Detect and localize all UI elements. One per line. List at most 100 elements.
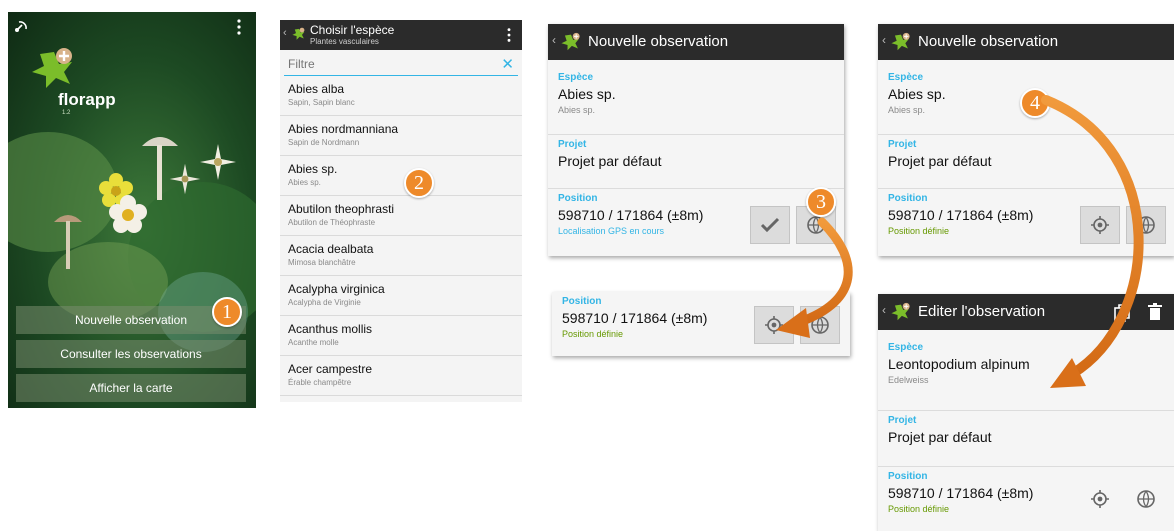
flower-illustration bbox=[169, 163, 201, 195]
list-item[interactable]: Acacia dealbata Mimosa blanchâtre bbox=[280, 236, 522, 276]
species-name: Acacia dealbata bbox=[288, 242, 374, 256]
copy-icon[interactable] bbox=[1114, 304, 1130, 322]
species-common-name: Abutilon de Théophraste bbox=[288, 218, 376, 227]
species-name: Abies nordmanniana bbox=[288, 122, 399, 136]
locate-gps-button[interactable] bbox=[754, 306, 794, 344]
list-item[interactable]: Abies alba Sapin, Sapin blanc bbox=[280, 76, 522, 116]
action-bar: ‹ Nouvelle observation bbox=[878, 24, 1174, 60]
florapp-logo-icon[interactable] bbox=[558, 30, 584, 54]
action-bar: ‹ Choisir l'espèce Plantes vasculaires bbox=[280, 20, 522, 50]
checkmark-icon bbox=[760, 217, 780, 233]
project-section[interactable]: Projet Projet par défaut bbox=[548, 134, 844, 169]
species-section[interactable]: Espèce Leontopodium alpinum Edelweiss bbox=[878, 338, 1174, 385]
species-common-name: Sapin de Nordmann bbox=[288, 138, 360, 147]
species-common-name: Sapin, Sapin blanc bbox=[288, 98, 355, 107]
species-name: Abies sp. bbox=[288, 162, 338, 176]
species-sub: Edelweiss bbox=[888, 375, 929, 385]
species-value: Abies sp. bbox=[558, 86, 616, 102]
florapp-logo-icon[interactable] bbox=[290, 25, 308, 43]
position-detail-card: Position 598710 / 171864 (±8m) Position … bbox=[552, 292, 850, 356]
list-item[interactable]: Acalypha virginica Acalypha de Virginie bbox=[280, 276, 522, 316]
page-subtitle: Plantes vasculaires bbox=[310, 37, 379, 46]
gps-locate-icon bbox=[1091, 490, 1109, 508]
project-section[interactable]: Projet Projet par défaut bbox=[878, 134, 1174, 169]
florapp-logo-icon[interactable] bbox=[888, 30, 914, 54]
map-position-button[interactable] bbox=[1126, 206, 1166, 244]
species-common-name: Abies sp. bbox=[288, 178, 321, 187]
mushroom-illustration bbox=[54, 215, 82, 269]
species-section[interactable]: Espèce Abies sp. Abies sp. bbox=[548, 68, 844, 115]
locate-gps-button[interactable] bbox=[1080, 206, 1120, 244]
list-item[interactable]: Abies sp. Abies sp. bbox=[280, 156, 522, 196]
project-label: Projet bbox=[888, 415, 917, 426]
list-item[interactable]: Acer campestre Érable champêtre bbox=[280, 356, 522, 396]
gps-locate-icon bbox=[765, 316, 783, 334]
overflow-menu-icon[interactable] bbox=[506, 27, 512, 43]
show-map-button[interactable]: Afficher la carte bbox=[16, 374, 246, 402]
species-common-name: Mimosa blanchâtre bbox=[288, 258, 356, 267]
page-title: Choisir l'espèce bbox=[310, 23, 395, 37]
step-badge-3: 3 bbox=[806, 187, 836, 217]
back-chevron-icon[interactable]: ‹ bbox=[882, 33, 886, 47]
project-section[interactable]: Projet Projet par défaut bbox=[878, 410, 1174, 445]
project-value: Projet par défaut bbox=[888, 429, 992, 445]
map-position-button[interactable] bbox=[1126, 480, 1166, 518]
project-label: Projet bbox=[558, 139, 587, 150]
species-common-name: Érable champêtre bbox=[288, 378, 352, 387]
list-item[interactable]: Acanthus mollis Acanthe molle bbox=[280, 316, 522, 356]
project-value: Projet par défaut bbox=[558, 153, 662, 169]
page-title: Editer l'observation bbox=[918, 303, 1046, 320]
species-name: Acer campestre bbox=[288, 362, 373, 376]
gps-locate-icon bbox=[1091, 216, 1109, 234]
clear-filter-icon[interactable]: ✕ bbox=[501, 55, 514, 73]
home-screen: florapp 1.2 Nouvelle observation Consult… bbox=[8, 12, 256, 408]
globe-icon bbox=[807, 216, 825, 234]
florapp-logo-icon[interactable] bbox=[888, 300, 914, 324]
trash-icon[interactable] bbox=[1148, 303, 1162, 321]
position-label: Position bbox=[558, 193, 598, 204]
edit-observation-screen: ‹ Editer l'observation Espèce Leontopodi… bbox=[878, 294, 1174, 531]
list-item[interactable]: Abies nordmanniana Sapin de Nordmann bbox=[280, 116, 522, 156]
position-label: Position bbox=[888, 193, 928, 204]
overflow-menu-icon[interactable] bbox=[236, 18, 242, 36]
species-common-name: Acanthe molle bbox=[288, 338, 339, 347]
page-title: Nouvelle observation bbox=[918, 33, 1059, 50]
globe-icon bbox=[1137, 490, 1155, 508]
filter-bar: ✕ bbox=[284, 54, 518, 76]
locate-gps-button[interactable] bbox=[1080, 480, 1120, 518]
map-position-button[interactable] bbox=[800, 306, 840, 344]
species-label: Espèce bbox=[558, 72, 594, 83]
project-value: Projet par défaut bbox=[888, 153, 992, 169]
filter-input[interactable] bbox=[284, 54, 484, 74]
step-badge-1: 1 bbox=[212, 297, 242, 327]
flower-illustration bbox=[200, 144, 236, 180]
back-chevron-icon[interactable]: ‹ bbox=[283, 27, 287, 39]
globe-icon bbox=[1137, 216, 1155, 234]
gps-satellite-icon[interactable] bbox=[14, 18, 30, 34]
species-list: Abies alba Sapin, Sapin blanc Abies nordm… bbox=[280, 76, 522, 396]
app-version: 1.2 bbox=[62, 110, 71, 116]
list-item[interactable]: Abutilon theophrasti Abutilon de Théophra… bbox=[280, 196, 522, 236]
step-badge-2: 2 bbox=[404, 168, 434, 198]
view-observations-button[interactable]: Consulter les observations bbox=[16, 340, 246, 368]
species-name: Abies alba bbox=[288, 82, 345, 96]
globe-icon bbox=[811, 316, 829, 334]
back-chevron-icon[interactable]: ‹ bbox=[552, 33, 556, 47]
species-list-screen: ‹ Choisir l'espèce Plantes vasculaires ✕… bbox=[280, 20, 522, 402]
step-badge-4: 4 bbox=[1020, 88, 1050, 118]
back-chevron-icon[interactable]: ‹ bbox=[882, 303, 886, 317]
action-bar: ‹ Nouvelle observation bbox=[548, 24, 844, 60]
project-label: Projet bbox=[888, 139, 917, 150]
new-observation-screen-defined: ‹ Nouvelle observation Espèce Abies sp. … bbox=[878, 24, 1174, 256]
species-label: Espèce bbox=[888, 342, 924, 353]
page-title: Nouvelle observation bbox=[588, 33, 729, 50]
species-value: Leontopodium alpinum bbox=[888, 356, 1030, 372]
species-common-name: Acalypha de Virginie bbox=[288, 298, 361, 307]
confirm-position-button[interactable] bbox=[750, 206, 790, 244]
florapp-logo-icon bbox=[32, 48, 72, 88]
species-label: Espèce bbox=[888, 72, 924, 83]
species-sub: Abies sp. bbox=[558, 105, 596, 115]
action-bar: ‹ Editer l'observation bbox=[878, 294, 1174, 330]
species-name: Abutilon theophrasti bbox=[288, 202, 395, 216]
species-name: Acalypha virginica bbox=[288, 282, 385, 296]
